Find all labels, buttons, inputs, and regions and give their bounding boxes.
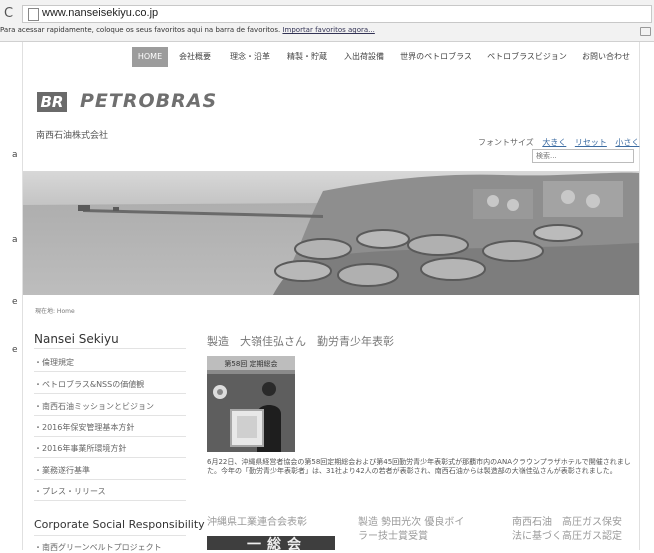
subnews-photo[interactable]: 一総会 <box>207 536 335 550</box>
nav-philosophy[interactable]: 理念・沿革 <box>222 47 278 67</box>
subnews-item[interactable]: 製造 勢田光次 優良ボイ ラー技士賞受賞 <box>358 516 506 544</box>
article-title[interactable]: 製造 大嶺佳弘さん 勤労青少年表彰 <box>207 333 394 349</box>
nav-company[interactable]: 会社概要 <box>170 47 220 67</box>
hero-image-refinery <box>23 171 639 295</box>
divider <box>34 436 186 437</box>
divider <box>34 500 186 501</box>
divider <box>34 415 186 416</box>
nav-home[interactable]: HOME <box>132 47 168 67</box>
font-size-label: フォントサイズ <box>478 138 534 147</box>
sidebar-item-mission[interactable]: ・南西石油ミッションとビジョン <box>34 401 186 412</box>
logo-wordmark[interactable]: PETROBRAS <box>80 90 217 112</box>
divider <box>34 348 186 349</box>
divider <box>34 479 186 480</box>
page-margin-left <box>0 42 22 550</box>
font-size-control: フォントサイズ 大きく リセット 小さく <box>478 137 639 148</box>
sidebar-item-standards[interactable]: ・業務遂行基準 <box>34 465 186 476</box>
breadcrumb: 現在地: Home <box>35 308 75 315</box>
photo-banner-text: 第58回 定期総会 <box>224 359 277 368</box>
nav-shipping[interactable]: 入出荷設備 <box>336 47 392 67</box>
nav-world-petrobras[interactable]: 世界のペトロブラス <box>394 47 478 67</box>
sidebar-item-values[interactable]: ・ペトロブラス&NSSの価値観 <box>34 379 186 390</box>
nav-refining[interactable]: 精製・貯蔵 <box>280 47 334 67</box>
main-nav: HOME 会社概要 理念・沿革 精製・貯蔵 入出荷設備 世界のペトロブラス ペト… <box>128 47 640 67</box>
import-bookmarks-link[interactable]: Importar favoritos agora... <box>282 26 374 34</box>
reload-icon[interactable]: C <box>4 6 13 21</box>
sidebar-item-green-belt[interactable]: ・南西グリーンベルトプロジェクト <box>34 542 162 553</box>
csr-title: Corporate Social Responsibility <box>34 518 205 531</box>
sidebar-item-press-release[interactable]: ・プレス・リリース <box>34 486 186 497</box>
divider <box>34 535 186 536</box>
company-name: 南西石油株式会社 <box>36 131 109 141</box>
margin-mark: e <box>12 345 18 355</box>
address-bar[interactable]: www.nanseisekiyu.co.jp <box>22 5 652 23</box>
divider <box>34 393 186 394</box>
frame-border-right <box>639 42 640 550</box>
subnews-line: 法に基づく高圧ガス認定 <box>512 531 622 542</box>
subnews-line: 南西石油 高圧ガス保安 <box>512 517 622 528</box>
font-size-larger-link[interactable]: 大きく <box>542 138 566 147</box>
subnews-photo-text: 一総会 <box>247 537 307 550</box>
browser-toolbar: C www.nanseisekiyu.co.jp Para acessar ra… <box>0 0 654 42</box>
url-text: www.nanseisekiyu.co.jp <box>42 7 159 19</box>
search-input[interactable] <box>532 149 634 163</box>
margin-mark: a <box>12 150 18 160</box>
margin-mark: a <box>12 235 18 245</box>
subnews-line: 沖縄県工業連合会表彰 <box>207 517 307 528</box>
logo-mark[interactable]: BR <box>37 92 67 112</box>
page-margin-right <box>640 42 654 550</box>
sidebar-item-environment-policy[interactable]: ・2016年事業所環境方針 <box>34 443 186 454</box>
subnews-item[interactable]: 南西石油 高圧ガス保安 法に基づく高圧ガス認定 <box>512 516 640 544</box>
bookmarks-hint: Para acessar rapidamente, coloque os seu… <box>0 26 281 34</box>
article-photo[interactable]: 第58回 定期総会 <box>207 356 295 452</box>
bookmarks-bar: Para acessar rapidamente, coloque os seu… <box>0 26 375 34</box>
sidebar-item-safety-policy[interactable]: ・2016年保安管理基本方針 <box>34 422 186 433</box>
divider <box>34 371 186 372</box>
frame-border-left <box>22 42 23 550</box>
nav-contact[interactable]: お問い合わせ <box>574 47 638 67</box>
sidebar-title: Nansei Sekiyu <box>34 332 119 346</box>
margin-mark: e <box>12 297 18 307</box>
page-icon <box>28 8 39 21</box>
nav-vision[interactable]: ペトロブラスビジョン <box>482 47 572 67</box>
subnews-line: ラー技士賞受賞 <box>358 531 428 542</box>
divider <box>34 457 186 458</box>
subnews-item[interactable]: 沖縄県工業連合会表彰 <box>207 516 347 530</box>
font-size-reset-link[interactable]: リセット <box>575 138 607 147</box>
subnews-line: 製造 勢田光次 優良ボイ <box>358 517 465 528</box>
font-size-smaller-link[interactable]: 小さく <box>615 138 639 147</box>
folder-icon[interactable] <box>640 27 651 36</box>
sidebar-item-ethics[interactable]: ・倫理規定 <box>34 357 186 368</box>
article-body: 6月22日、沖縄県経営者協会の第58回定期総会および第45回勤労青少年表彰式が那… <box>207 458 631 475</box>
